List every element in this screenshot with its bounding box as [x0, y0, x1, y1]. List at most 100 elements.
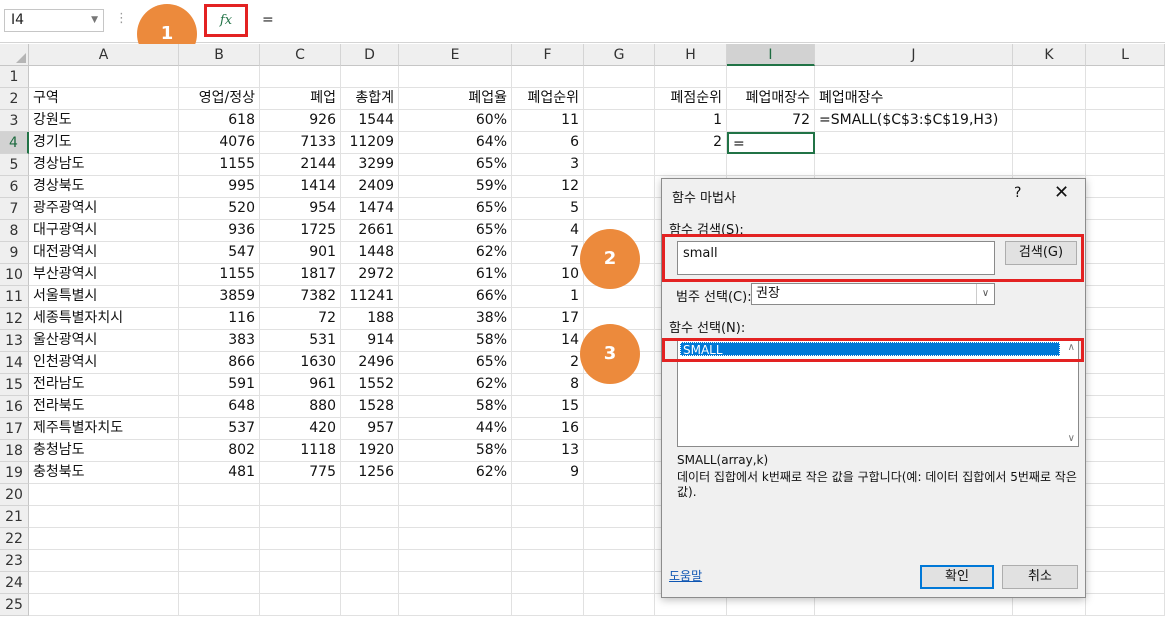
cell-l4[interactable]	[1086, 132, 1165, 154]
cell-l6[interactable]	[1086, 176, 1165, 198]
cell-g20[interactable]	[584, 484, 655, 506]
cell-b25[interactable]	[179, 594, 260, 616]
cell-a2[interactable]: 구역	[29, 88, 179, 110]
cell-f10[interactable]: 10	[512, 264, 584, 286]
cell-a24[interactable]	[29, 572, 179, 594]
cell-e8[interactable]: 65%	[399, 220, 512, 242]
cell-c14[interactable]: 1630	[260, 352, 341, 374]
row-header[interactable]: 21	[0, 506, 29, 528]
cell-e4[interactable]: 64%	[399, 132, 512, 154]
cell-a7[interactable]: 광주광역시	[29, 198, 179, 220]
cell-d3[interactable]: 1544	[341, 110, 399, 132]
cell-l23[interactable]	[1086, 550, 1165, 572]
row-header[interactable]: 25	[0, 594, 29, 616]
cell-l2[interactable]	[1086, 88, 1165, 110]
row-header[interactable]: 2	[0, 88, 29, 110]
cell-c17[interactable]: 420	[260, 418, 341, 440]
cell-b20[interactable]	[179, 484, 260, 506]
cell-a1[interactable]	[29, 66, 179, 88]
cell-h1[interactable]	[655, 66, 727, 88]
cell-f9[interactable]: 7	[512, 242, 584, 264]
row-header[interactable]: 1	[0, 66, 29, 88]
cell-e22[interactable]	[399, 528, 512, 550]
scroll-down-icon[interactable]: ∨	[1068, 433, 1075, 444]
cell-l14[interactable]	[1086, 352, 1165, 374]
cell-l24[interactable]	[1086, 572, 1165, 594]
cell-l3[interactable]	[1086, 110, 1165, 132]
cell-g3[interactable]	[584, 110, 655, 132]
cell-e13[interactable]: 58%	[399, 330, 512, 352]
cell-c21[interactable]	[260, 506, 341, 528]
cell-h5[interactable]	[655, 154, 727, 176]
cell-g4[interactable]	[584, 132, 655, 154]
cell-f17[interactable]: 16	[512, 418, 584, 440]
cell-b8[interactable]: 936	[179, 220, 260, 242]
cell-a16[interactable]: 전라북도	[29, 396, 179, 418]
cell-f25[interactable]	[512, 594, 584, 616]
cell-a4[interactable]: 경기도	[29, 132, 179, 154]
cell-g24[interactable]	[584, 572, 655, 594]
cell-e3[interactable]: 60%	[399, 110, 512, 132]
cell-j4[interactable]	[815, 132, 1013, 154]
cell-d10[interactable]: 2972	[341, 264, 399, 286]
cell-f13[interactable]: 14	[512, 330, 584, 352]
cell-e12[interactable]: 38%	[399, 308, 512, 330]
cell-g18[interactable]	[584, 440, 655, 462]
cell-b19[interactable]: 481	[179, 462, 260, 484]
cell-d23[interactable]	[341, 550, 399, 572]
cell-b21[interactable]	[179, 506, 260, 528]
cell-g25[interactable]	[584, 594, 655, 616]
cell-l22[interactable]	[1086, 528, 1165, 550]
cell-g6[interactable]	[584, 176, 655, 198]
cell-d15[interactable]: 1552	[341, 374, 399, 396]
cell-c2[interactable]: 폐업	[260, 88, 341, 110]
cell-c20[interactable]	[260, 484, 341, 506]
cell-f24[interactable]	[512, 572, 584, 594]
cell-d20[interactable]	[341, 484, 399, 506]
cell-e24[interactable]	[399, 572, 512, 594]
cell-c22[interactable]	[260, 528, 341, 550]
row-header[interactable]: 6	[0, 176, 29, 198]
cell-d17[interactable]: 957	[341, 418, 399, 440]
cell-f8[interactable]: 4	[512, 220, 584, 242]
cell-c7[interactable]: 954	[260, 198, 341, 220]
row-header[interactable]: 13	[0, 330, 29, 352]
cell-c11[interactable]: 7382	[260, 286, 341, 308]
cell-d14[interactable]: 2496	[341, 352, 399, 374]
function-search-input[interactable]: small	[677, 241, 995, 275]
cell-a13[interactable]: 울산광역시	[29, 330, 179, 352]
cell-l19[interactable]	[1086, 462, 1165, 484]
cell-e16[interactable]: 58%	[399, 396, 512, 418]
row-header[interactable]: 14	[0, 352, 29, 374]
cell-g1[interactable]	[584, 66, 655, 88]
cell-e2[interactable]: 폐업율	[399, 88, 512, 110]
cell-i3[interactable]: 72	[727, 110, 815, 132]
cell-c25[interactable]	[260, 594, 341, 616]
cell-a15[interactable]: 전라남도	[29, 374, 179, 396]
cell-d4[interactable]: 11209	[341, 132, 399, 154]
cell-f18[interactable]: 13	[512, 440, 584, 462]
cell-e19[interactable]: 62%	[399, 462, 512, 484]
column-header-i[interactable]: I	[727, 44, 815, 66]
cell-k2[interactable]	[1013, 88, 1086, 110]
cell-c8[interactable]: 1725	[260, 220, 341, 242]
cell-e21[interactable]	[399, 506, 512, 528]
help-link[interactable]: 도움말	[669, 567, 702, 584]
column-header-g[interactable]: G	[584, 44, 655, 66]
row-header[interactable]: 3	[0, 110, 29, 132]
cell-h3[interactable]: 1	[655, 110, 727, 132]
cell-g11[interactable]	[584, 286, 655, 308]
cell-g5[interactable]	[584, 154, 655, 176]
column-header-e[interactable]: E	[399, 44, 512, 66]
cell-k5[interactable]	[1013, 154, 1086, 176]
cell-i1[interactable]	[727, 66, 815, 88]
cell-d5[interactable]: 3299	[341, 154, 399, 176]
row-header[interactable]: 16	[0, 396, 29, 418]
cell-b14[interactable]: 866	[179, 352, 260, 374]
row-header[interactable]: 23	[0, 550, 29, 572]
cell-f4[interactable]: 6	[512, 132, 584, 154]
row-header[interactable]: 12	[0, 308, 29, 330]
cell-e18[interactable]: 58%	[399, 440, 512, 462]
chevron-down-icon[interactable]: ∨	[976, 284, 994, 304]
cell-l16[interactable]	[1086, 396, 1165, 418]
